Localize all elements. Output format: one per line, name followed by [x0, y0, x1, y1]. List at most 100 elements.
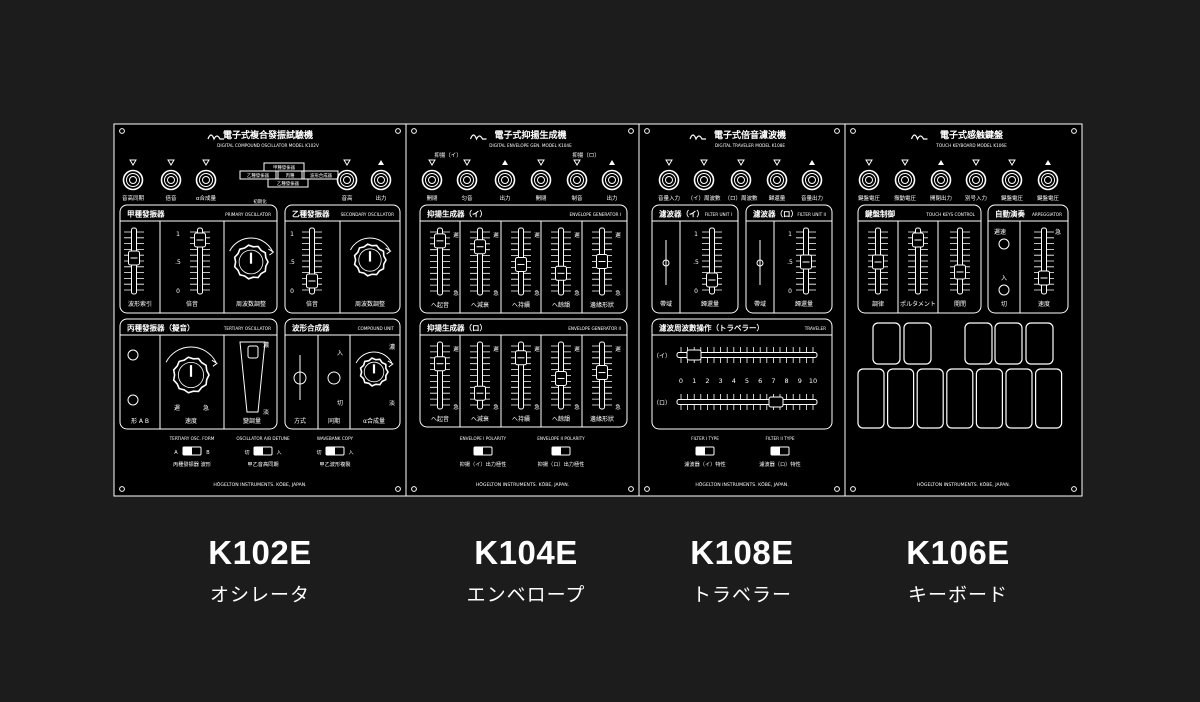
jack-socket[interactable] [700, 176, 708, 184]
slider [908, 227, 928, 295]
touch-key-sharp[interactable] [903, 322, 932, 365]
switch-label: 抑揚（ロ）出力極性 [538, 460, 585, 468]
section-subtitle: PRIMARY OSCILLATOR [225, 212, 271, 217]
panel-footer: HŌGELTON INSTRUMENTS. KŌBE, JAPAN. [695, 481, 788, 488]
touch-key-natural[interactable] [886, 368, 915, 429]
jack-socket[interactable] [665, 176, 673, 184]
toggle-lever[interactable] [183, 447, 192, 455]
jack-socket[interactable] [537, 176, 545, 184]
switch-label: 濾波器（イ）特性 [684, 460, 726, 468]
touch-key-sharp[interactable] [994, 322, 1023, 365]
section-subtitle: COMPOUND UNIT [358, 326, 395, 331]
control-label: 形 A B [131, 417, 149, 425]
section-title: 抑揚生成器（イ） [427, 209, 487, 219]
touch-key-natural[interactable] [857, 368, 885, 429]
jack-socket[interactable] [463, 176, 471, 184]
panel-title: 電子式感触鍵盤 [940, 129, 1004, 141]
scale-label: 遲 [615, 232, 621, 239]
switch-label: 抑揚（イ）出力極性 [460, 460, 507, 468]
scale-label: 遲 [534, 232, 540, 239]
jack-socket[interactable] [343, 176, 351, 184]
control-label: 遲速 [994, 229, 1006, 236]
touch-key-natural[interactable] [946, 368, 974, 429]
scale-label: 0 [694, 288, 698, 295]
jack-socket[interactable] [377, 176, 385, 184]
touch-key-sharp[interactable] [1025, 322, 1054, 365]
jack-socket[interactable] [808, 176, 816, 184]
touch-key-sharp[interactable] [872, 322, 901, 365]
slider [592, 227, 612, 296]
jack-label: 鍵盤電圧 [1037, 194, 1060, 202]
control-label: （イ） [653, 353, 671, 360]
jack-socket[interactable] [129, 176, 137, 184]
jack-socket[interactable] [901, 176, 909, 184]
module-k102e: 電子式複合發振試驗機 DIGITAL COMPOUND OSCILLATOR MO… [113, 123, 407, 497]
control-label: 邊緣形狀 [590, 415, 614, 423]
switch-pos-a: A [174, 450, 178, 456]
control-label: 周波数調整 [236, 300, 266, 308]
scale-label: 急 [534, 403, 540, 411]
slider [868, 227, 888, 295]
jack-socket[interactable] [737, 176, 745, 184]
section-title: 鍵盤制御 [865, 209, 895, 219]
jack-socket[interactable] [937, 176, 945, 184]
control-label: 開閉 [954, 301, 966, 308]
toggle-lever[interactable] [326, 447, 335, 455]
jack-socket[interactable] [865, 176, 873, 184]
scale-label: 遲 [615, 346, 621, 353]
jack-socket[interactable] [573, 176, 581, 184]
scale-label: 1 [290, 231, 294, 238]
control-label: 同期 [328, 417, 340, 425]
jack-label: 出力 [375, 194, 386, 202]
jack-socket[interactable] [202, 176, 210, 184]
section-subtitle: ENVELOPE GENERATOR II [568, 326, 621, 331]
scale-label: 0 [788, 288, 792, 295]
jack-socket[interactable] [167, 176, 175, 184]
jack-socket[interactable] [972, 176, 980, 184]
depth-knob [247, 345, 259, 359]
jack-socket[interactable] [773, 176, 781, 184]
touch-key-natural[interactable] [1005, 368, 1033, 429]
caption-k102e: K102E オシレータ [130, 530, 390, 607]
toggle-lever[interactable] [552, 447, 561, 455]
scale-label: 0 [290, 288, 294, 295]
section-title: 濾波器（ロ） [753, 209, 798, 219]
toggle-lever[interactable] [696, 447, 705, 455]
jack-socket[interactable] [428, 176, 436, 184]
jack-label: 歸還量 [769, 194, 786, 202]
toggle-lever[interactable] [254, 447, 263, 455]
touch-key-natural[interactable] [916, 368, 944, 429]
touch-key-natural[interactable] [975, 368, 1004, 429]
touch-key-natural[interactable] [1034, 368, 1063, 429]
control-label: 方式 [294, 417, 306, 425]
jack-socket[interactable] [1044, 176, 1052, 184]
control-label: 速度 [1038, 300, 1050, 308]
slider [551, 341, 571, 410]
touch-key-sharp[interactable] [964, 322, 993, 365]
toggle-lever[interactable] [771, 447, 780, 455]
jack-socket[interactable] [501, 176, 509, 184]
scale-label: 急 [453, 289, 459, 297]
control-label: 濃 [389, 343, 395, 351]
switch-label: 濾波器（ロ）特性 [759, 460, 801, 468]
control-label: 切 [1001, 301, 1007, 308]
section-title: 濾波周波數操作（トラベラー） [659, 323, 764, 333]
scale-label: 急 [615, 289, 621, 297]
control-label: へ起音 [431, 301, 449, 309]
scale-number: 3 [719, 377, 723, 385]
slider-handle[interactable] [769, 397, 783, 407]
slider-handle[interactable] [687, 350, 701, 360]
slider-track [957, 227, 963, 295]
toggle-lever[interactable] [474, 447, 483, 455]
routing-label: 波形合成器 [310, 172, 333, 179]
jack-socket[interactable] [1008, 176, 1016, 184]
switch-title: ENVELOPE II POLARITY [537, 436, 585, 441]
section-title: 波形合成器 [292, 323, 330, 333]
scale-label: 急 [493, 403, 499, 411]
section-title: 丙種發振器（擬音） [127, 323, 195, 333]
control-label: 帶域 [754, 300, 766, 308]
jack-socket[interactable] [608, 176, 616, 184]
scale-label: 遲 [493, 346, 499, 353]
routing-label: 丙種 [286, 172, 295, 179]
slider [190, 227, 210, 295]
